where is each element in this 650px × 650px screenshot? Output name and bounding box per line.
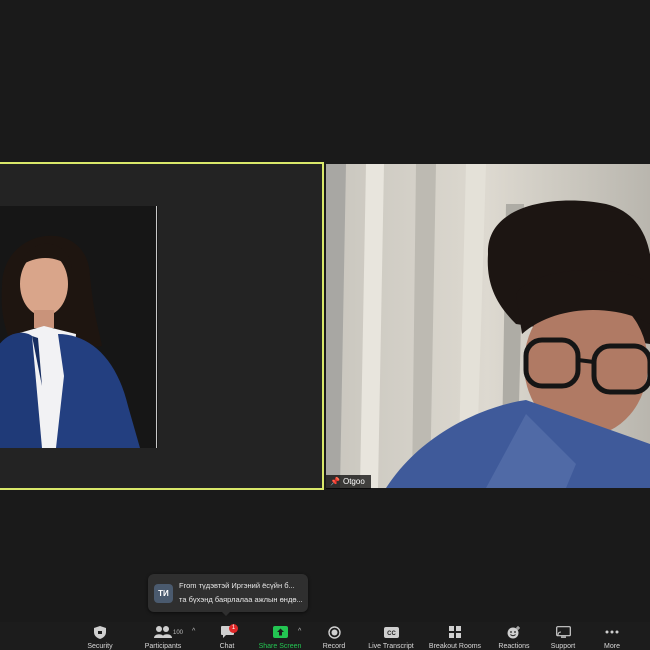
share-arrow-icon xyxy=(272,622,288,639)
support-button[interactable]: Support xyxy=(545,622,581,650)
monitor-icon xyxy=(555,622,571,639)
participant-video xyxy=(326,164,650,488)
participants-label: Participants xyxy=(144,643,182,650)
slide-divider xyxy=(156,206,157,448)
svg-text:CC: CC xyxy=(387,631,396,637)
video-tile-participant[interactable] xyxy=(326,164,650,488)
record-icon xyxy=(327,622,341,639)
breakout-grid-icon xyxy=(449,622,461,639)
participant-name: Otgoo xyxy=(342,477,365,486)
portrait-image xyxy=(0,206,158,448)
chat-label: Chat xyxy=(219,643,235,650)
share-caret-icon[interactable]: ^ xyxy=(298,628,301,635)
chat-message-preview: та бүхэнд баярлалаа ажлын өндө... xyxy=(179,595,303,604)
shield-icon xyxy=(94,622,106,639)
security-label: Security xyxy=(87,643,113,650)
chat-notification[interactable]: ТИ From түдэвтэй Иргэний ёсүйн б... та б… xyxy=(148,574,308,612)
record-button[interactable]: Record xyxy=(318,622,350,650)
participants-button[interactable]: Participants xyxy=(137,622,189,650)
live-transcript-button[interactable]: CC Live Transcript xyxy=(362,622,420,650)
live-transcript-label: Live Transcript xyxy=(368,643,414,650)
pin-icon: 📌 xyxy=(330,477,340,486)
participants-count: 100 xyxy=(173,630,184,636)
chat-sender-line: From түдэвтэй Иргэний ёсүйн б... xyxy=(179,581,295,590)
participant-name-tag: 📌 Otgoo xyxy=(326,475,371,489)
cc-icon: CC xyxy=(383,622,399,639)
breakout-rooms-button[interactable]: Breakout Rooms xyxy=(424,622,486,650)
share-screen-label: Share Screen xyxy=(258,643,302,650)
reactions-label: Reactions xyxy=(498,643,530,650)
meeting-toolbar: Security Participants 100 ^ Chat 1 Share… xyxy=(0,622,650,650)
support-label: Support xyxy=(550,643,576,650)
people-icon xyxy=(154,622,172,639)
chat-notification-pointer xyxy=(221,611,231,616)
record-label: Record xyxy=(322,643,346,650)
chat-sender-avatar: ТИ xyxy=(154,584,173,603)
slide-photo xyxy=(0,206,158,448)
smiley-icon xyxy=(507,622,521,639)
reactions-button[interactable]: Reactions xyxy=(494,622,534,650)
meeting-stage: 📌 Otgoo ТИ From түдэвтэй Иргэний ёсүйн б… xyxy=(0,0,650,622)
more-button[interactable]: More xyxy=(596,622,628,650)
video-tile-shared-content[interactable] xyxy=(0,162,324,490)
breakout-rooms-label: Breakout Rooms xyxy=(428,643,482,650)
ellipsis-icon xyxy=(605,622,619,639)
share-screen-button[interactable]: Share Screen xyxy=(254,622,306,650)
participants-caret-icon[interactable]: ^ xyxy=(192,628,195,635)
more-label: More xyxy=(604,643,620,650)
security-button[interactable]: Security xyxy=(80,622,120,650)
chat-unread-badge: 1 xyxy=(229,624,238,633)
